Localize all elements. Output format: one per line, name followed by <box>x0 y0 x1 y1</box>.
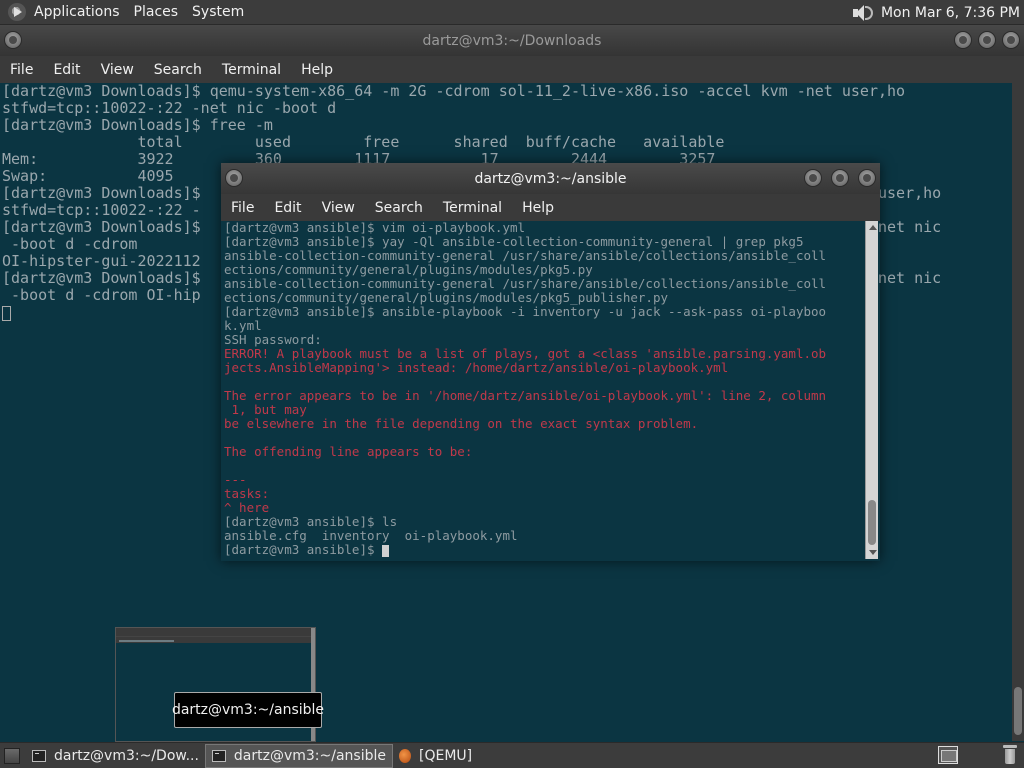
menu-places[interactable]: Places <box>134 4 179 20</box>
terminal-line: ections/community/general/plugins/module… <box>224 262 593 277</box>
terminal-line: ^ here <box>224 500 270 515</box>
menu-terminal[interactable]: Terminal <box>222 62 281 78</box>
scrollbar-thumb[interactable] <box>1014 687 1022 735</box>
menu-file[interactable]: File <box>231 200 254 216</box>
terminal-line: [dartz@vm3 ansible]$ ansible-playbook -i… <box>224 304 827 319</box>
terminal-line: ansible.cfg inventory oi-playbook.yml <box>224 528 518 543</box>
window-titlebar[interactable]: dartz@vm3:~/Downloads <box>0 25 1024 56</box>
menu-terminal[interactable]: Terminal <box>443 200 502 216</box>
close-button[interactable] <box>858 169 876 187</box>
terminal-prompt-line: [dartz@vm3 ansible]$ <box>224 543 865 557</box>
scrollbar-thumb[interactable] <box>868 500 876 545</box>
scrollbar[interactable] <box>865 221 878 559</box>
maximize-button[interactable] <box>831 169 849 187</box>
menu-search[interactable]: Search <box>154 62 202 78</box>
window-titlebar[interactable]: dartz@vm3:~/ansible <box>221 163 880 194</box>
trash-icon[interactable] <box>1002 745 1018 765</box>
scrollbar[interactable] <box>1012 83 1024 741</box>
window-menu-icon[interactable] <box>4 31 22 49</box>
terminal-line: ansible-collection-community-general /us… <box>224 276 827 291</box>
terminal-line: [dartz@vm3 ansible]$ vim oi-playbook.yml <box>224 221 526 235</box>
terminal-line: jects.AnsibleMapping'> instead: /home/da… <box>224 360 729 375</box>
system-tray: Mon Mar 6, 7:36 PM <box>851 0 1020 25</box>
terminal-icon <box>32 749 46 762</box>
minimize-button[interactable] <box>804 169 822 187</box>
menu-search[interactable]: Search <box>375 200 423 216</box>
window-title: dartz@vm3:~/ansible <box>474 170 627 187</box>
clock[interactable]: Mon Mar 6, 7:36 PM <box>881 5 1020 21</box>
terminal-line: --- <box>224 472 247 487</box>
qemu-icon <box>399 748 412 763</box>
terminal-line: [dartz@vm3 Downloads]$ qemu-system-x86_6… <box>2 83 906 100</box>
terminal-icon <box>211 749 226 762</box>
bottom-panel: dartz@vm3:~/Dow... dartz@vm3:~/ansible [… <box>0 742 1024 768</box>
menu-system[interactable]: System <box>192 4 244 20</box>
menu-help[interactable]: Help <box>301 62 333 78</box>
menu-view[interactable]: View <box>101 62 134 78</box>
terminal-window-ansible[interactable]: dartz@vm3:~/ansible File Edit View Searc… <box>221 163 880 561</box>
terminal-line: SSH password: <box>224 332 322 347</box>
text-cursor <box>2 306 11 321</box>
terminal-line: stfwd=tcp::10022-:22 -net nic -boot d <box>2 99 337 117</box>
terminal-line: be elsewhere in the file depending on th… <box>224 416 699 431</box>
menu-edit[interactable]: Edit <box>53 62 80 78</box>
maximize-button[interactable] <box>978 31 996 49</box>
terminal-line: The error appears to be in '/home/dartz/… <box>224 388 827 403</box>
terminal-output[interactable]: [dartz@vm3 ansible]$ vim oi-playbook.yml… <box>223 221 865 559</box>
terminal-line: [dartz@vm3 ansible]$ yay -Ql ansible-col… <box>224 234 804 249</box>
taskbar-item-label: dartz@vm3:~/Dow... <box>54 747 199 764</box>
terminal-line: k.yml <box>224 318 262 333</box>
taskbar-item-downloads[interactable]: dartz@vm3:~/Dow... <box>26 744 205 768</box>
taskbar-tooltip: dartz@vm3:~/ansible <box>172 692 324 728</box>
taskbar-item-label: dartz@vm3:~/ansible <box>233 747 387 764</box>
window-menu-icon[interactable] <box>225 169 243 187</box>
terminal-line: tasks: <box>224 486 270 501</box>
close-button[interactable] <box>1002 31 1020 49</box>
scroll-up-icon[interactable] <box>869 225 877 230</box>
window-title: dartz@vm3:~/Downloads <box>422 32 602 49</box>
terminal-line: 1, but may <box>224 402 307 417</box>
show-desktop-icon[interactable] <box>4 747 20 764</box>
taskbar-item-label: [QEMU] <box>419 747 473 764</box>
menu-file[interactable]: File <box>10 62 33 78</box>
menu-applications[interactable]: Applications <box>34 4 120 20</box>
minimize-button[interactable] <box>954 31 972 49</box>
taskbar-item-ansible[interactable]: dartz@vm3:~/ansible <box>204 743 394 768</box>
scroll-down-icon[interactable] <box>869 550 877 555</box>
volume-icon[interactable] <box>851 3 873 23</box>
workspace-switcher-icon[interactable] <box>938 746 958 764</box>
terminal-line: ERROR! A playbook must be a list of play… <box>224 346 827 361</box>
menu-edit[interactable]: Edit <box>274 200 301 216</box>
terminal-line: [dartz@vm3 ansible]$ ls <box>224 514 398 529</box>
applications-logo-icon[interactable] <box>8 3 26 21</box>
terminal-line: total used free shared buff/cache availa… <box>2 133 725 151</box>
menu-help[interactable]: Help <box>522 200 554 216</box>
text-cursor <box>382 545 390 557</box>
terminal-line: ections/community/general/plugins/module… <box>224 290 669 305</box>
taskbar-item-qemu[interactable]: [QEMU] <box>393 744 478 768</box>
top-panel: Applications Places System Mon Mar 6, 7:… <box>0 0 1024 25</box>
terminal-prompt: [dartz@vm3 ansible]$ <box>224 542 383 557</box>
terminal-menubar: File Edit View Search Terminal Help <box>0 56 1024 83</box>
menu-view[interactable]: View <box>322 200 355 216</box>
terminal-line: The offending line appears to be: <box>224 444 473 459</box>
terminal-line: [dartz@vm3 Downloads]$ free -m <box>2 116 273 134</box>
terminal-menubar: File Edit View Search Terminal Help <box>221 194 880 221</box>
terminal-line: ansible-collection-community-general /us… <box>224 248 827 263</box>
